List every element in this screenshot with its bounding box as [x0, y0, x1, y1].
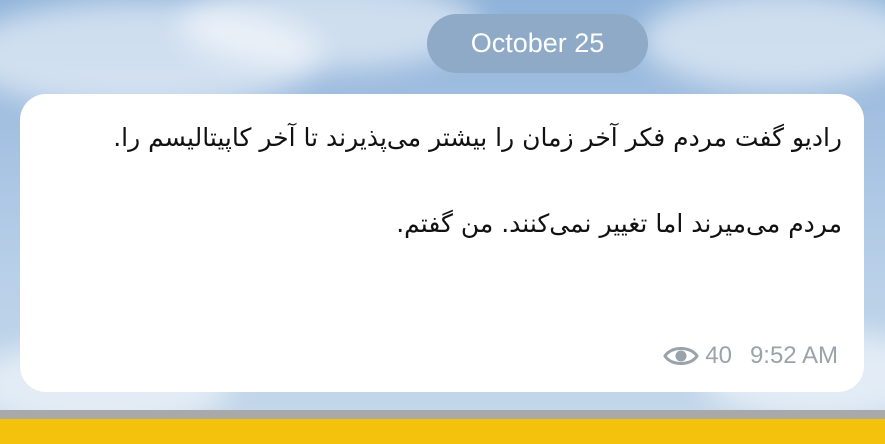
- message-paragraph-1: رادیو گفت مردم فکر آخر زمان را بیشتر می‌…: [113, 123, 842, 152]
- message-time: 9:52 AM: [749, 342, 838, 369]
- divider-strip: [0, 410, 885, 419]
- bottom-bar: [0, 419, 885, 444]
- message-paragraph-2: مردم می‌میرند اما تغییر نمی‌کنند. من گفت…: [396, 209, 842, 238]
- view-count: 40: [705, 342, 732, 369]
- message-bubble[interactable]: رادیو گفت مردم فکر آخر زمان را بیشتر می‌…: [20, 94, 864, 392]
- date-separator: October 25: [427, 14, 648, 73]
- message-text: رادیو گفت مردم فکر آخر زمان را بیشتر می‌…: [54, 116, 842, 245]
- date-label: October 25: [470, 28, 605, 58]
- cloud-shape: [640, 0, 885, 90]
- message-meta: 40 9:52 AM: [663, 342, 838, 370]
- eye-icon: [663, 347, 699, 365]
